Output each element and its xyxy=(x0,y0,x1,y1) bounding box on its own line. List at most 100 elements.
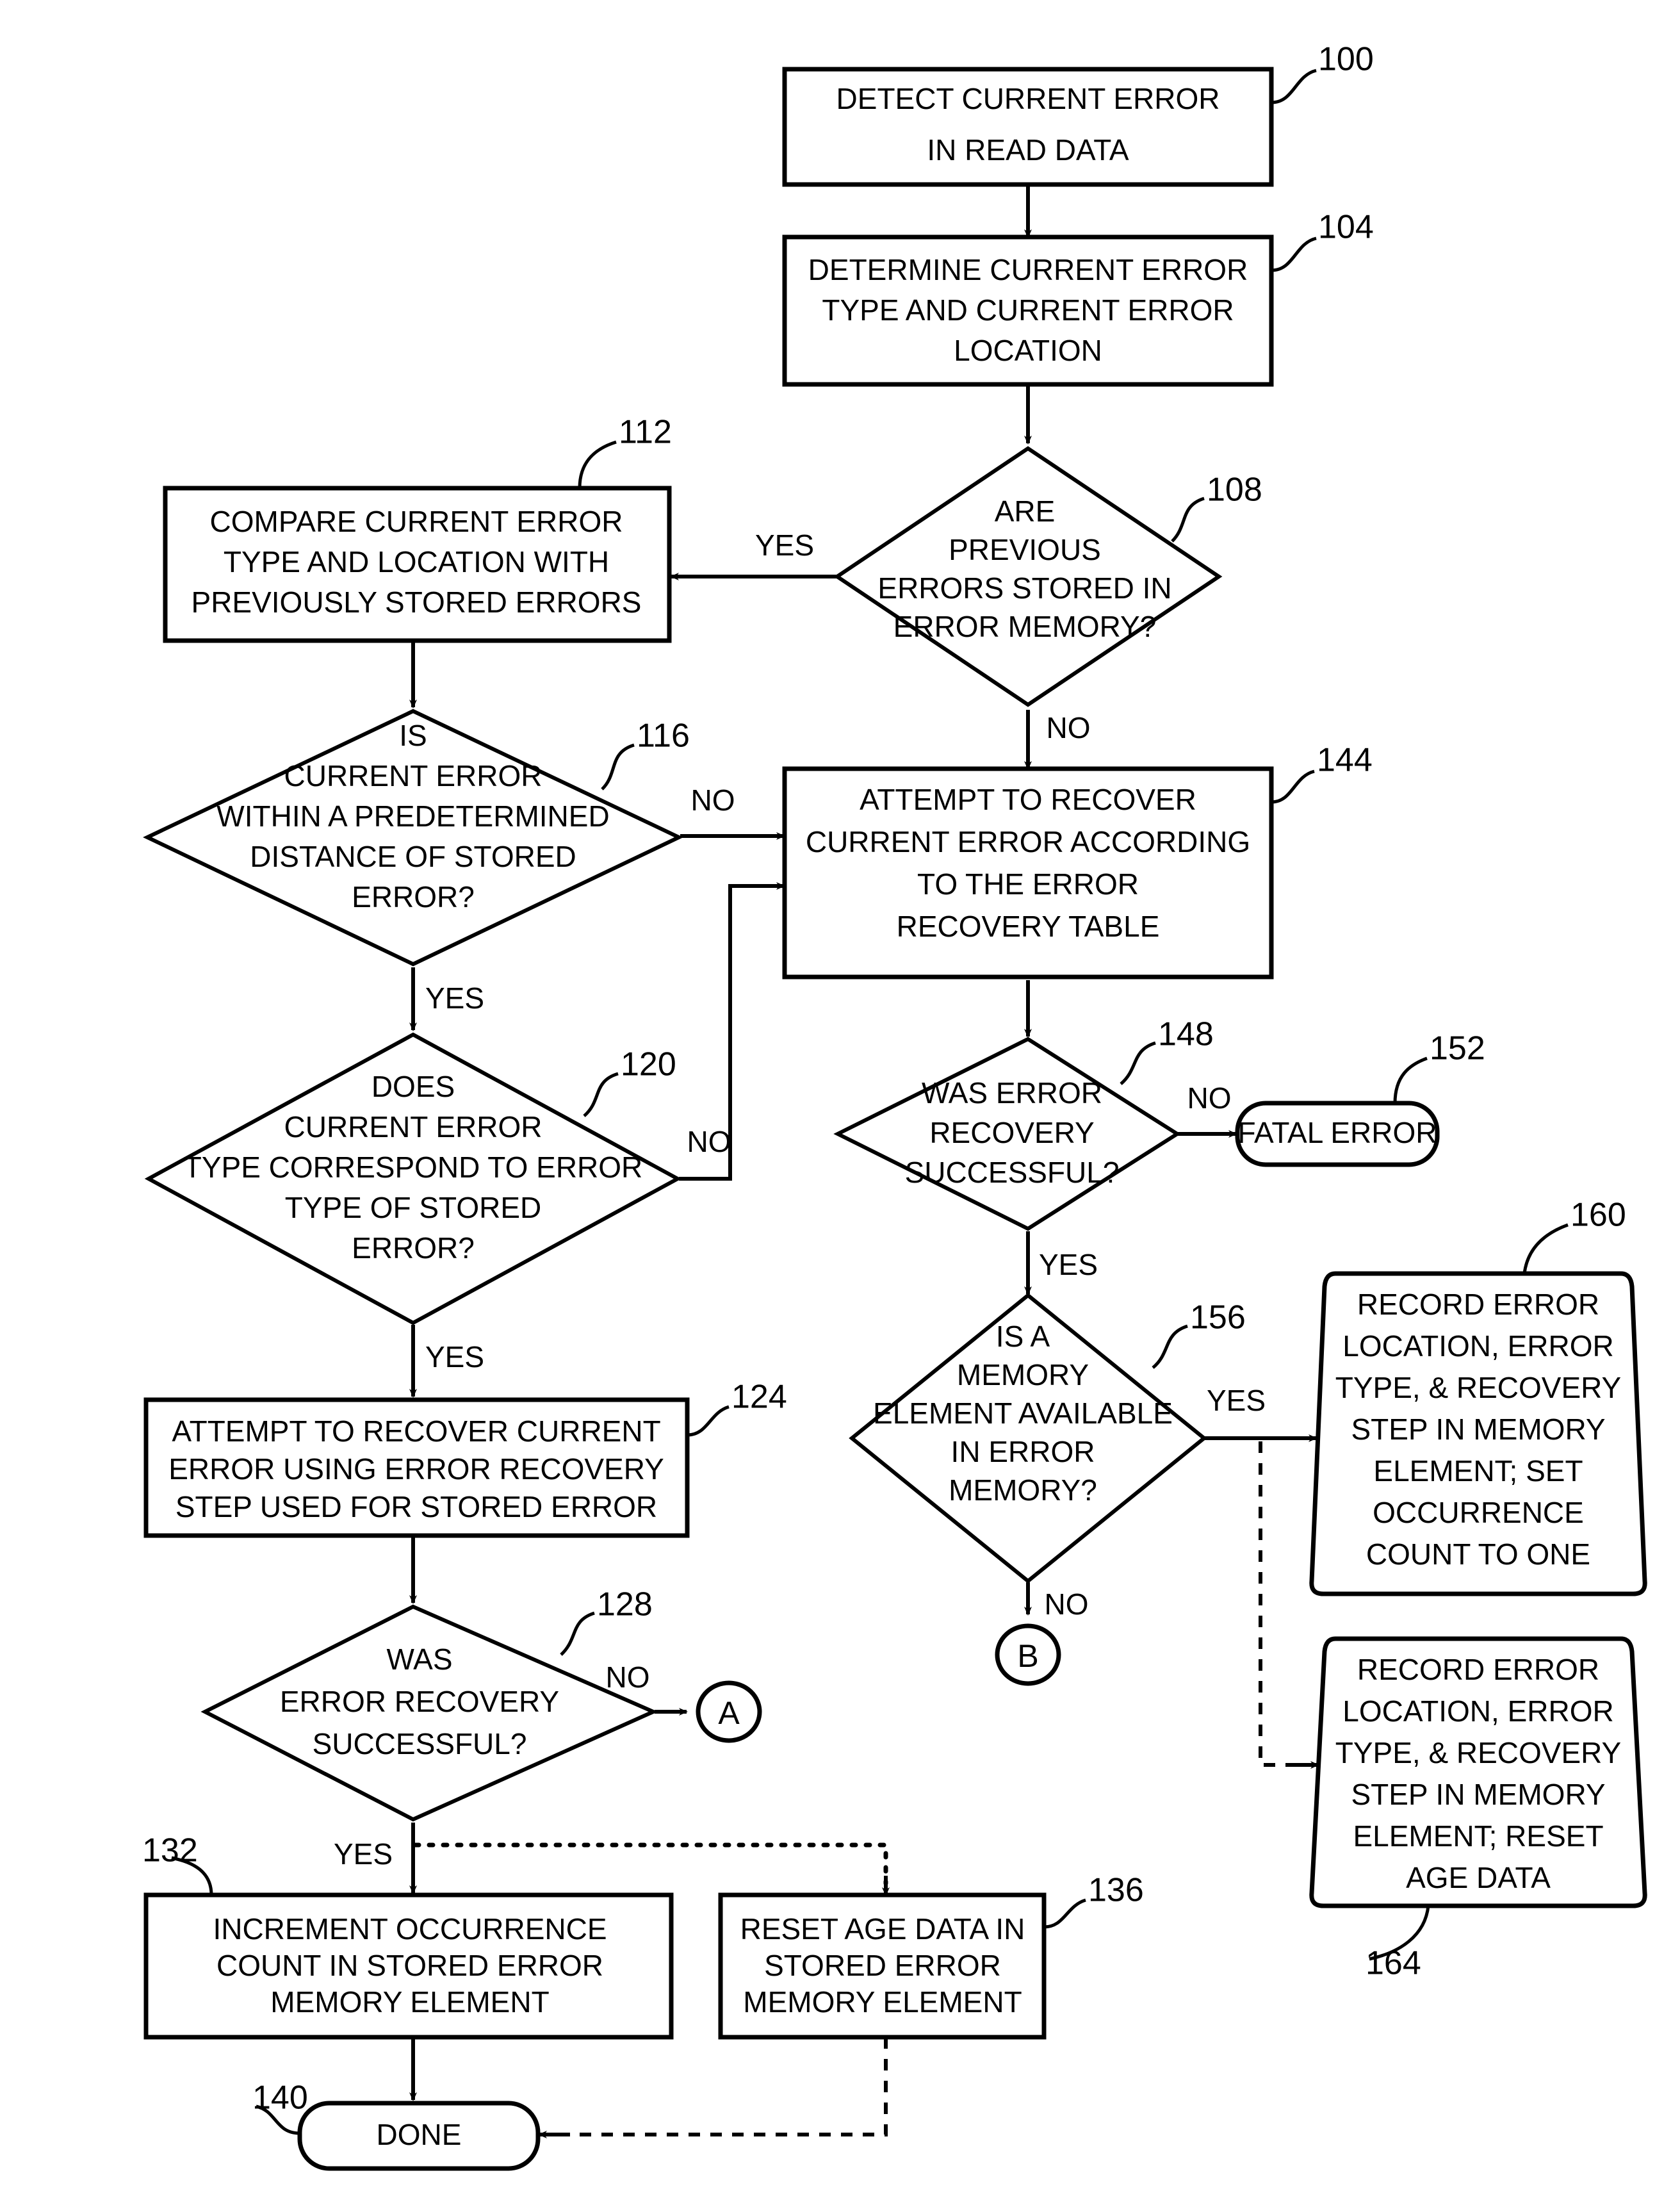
node-108-line-3: ERROR MEMORY? xyxy=(893,610,1157,643)
node-120-line-3: TYPE OF STORED xyxy=(285,1191,541,1224)
ref-148: 148 xyxy=(1158,1016,1214,1053)
node-156-line-2: ELEMENT AVAILABLE xyxy=(873,1397,1173,1430)
ref-160: 160 xyxy=(1570,1197,1626,1234)
leader-116 xyxy=(601,743,635,791)
node-148-line-1: RECOVERY xyxy=(929,1116,1094,1149)
node-148-line-0: WAS ERROR xyxy=(922,1076,1102,1110)
ref-128: 128 xyxy=(597,1586,653,1623)
ref-156: 156 xyxy=(1190,1299,1246,1336)
node-132-line-0: INCREMENT OCCURRENCE xyxy=(213,1912,607,1946)
leader-100 xyxy=(1271,69,1317,104)
node-144-line-2: TO THE ERROR xyxy=(917,867,1139,901)
node-156-line-0: IS A xyxy=(996,1320,1050,1353)
ref-124: 124 xyxy=(731,1379,787,1416)
node-132-line-2: MEMORY ELEMENT xyxy=(270,1985,549,2019)
edge-128-yes-to-136-dotted xyxy=(412,1842,888,1886)
node-156-line-4: MEMORY? xyxy=(949,1473,1097,1507)
ref-104: 104 xyxy=(1318,209,1374,246)
ref-144: 144 xyxy=(1317,742,1373,779)
node-108-line-2: ERRORS STORED IN xyxy=(877,571,1171,605)
node-164-line-0: RECORD ERROR xyxy=(1357,1653,1599,1686)
edge-156-yes-to-164-dashed xyxy=(1259,1441,1300,1767)
node-160-line-0: RECORD ERROR xyxy=(1357,1288,1599,1321)
edge-label-156-yes: YES xyxy=(1207,1384,1266,1417)
node-104-line-1: TYPE AND CURRENT ERROR xyxy=(822,293,1234,327)
node-160-line-4: ELEMENT; SET xyxy=(1373,1454,1583,1488)
leader-160 xyxy=(1522,1223,1569,1274)
node-164-line-1: LOCATION, ERROR xyxy=(1342,1694,1613,1728)
ref-132: 132 xyxy=(142,1832,198,1869)
node-164-line-5: AGE DATA xyxy=(1406,1861,1551,1894)
leader-104 xyxy=(1271,236,1317,272)
connector-B-label: B xyxy=(1017,1638,1038,1674)
node-124-line-0: ATTEMPT TO RECOVER CURRENT xyxy=(172,1414,660,1448)
node-124-line-1: ERROR USING ERROR RECOVERY xyxy=(168,1452,664,1486)
node-136-line-2: MEMORY ELEMENT xyxy=(743,1985,1022,2019)
node-112-line-1: TYPE AND LOCATION WITH xyxy=(224,545,609,578)
leader-152 xyxy=(1393,1056,1428,1104)
node-116-line-0: IS xyxy=(399,719,427,752)
node-140-label: DONE xyxy=(377,2118,462,2151)
node-116-line-1: CURRENT ERROR xyxy=(284,759,542,792)
node-152-label: FATAL ERROR xyxy=(1238,1116,1437,1149)
node-160-line-5: OCCURRENCE xyxy=(1373,1496,1584,1529)
node-160-line-3: STEP IN MEMORY xyxy=(1351,1413,1605,1446)
node-144-line-1: CURRENT ERROR ACCORDING xyxy=(806,825,1250,858)
connector-A-label: A xyxy=(718,1695,740,1731)
node-160-line-6: COUNT TO ONE xyxy=(1366,1537,1590,1571)
edge-label-108-yes: YES xyxy=(755,529,814,562)
edge-label-120-no: NO xyxy=(687,1125,731,1158)
ref-136: 136 xyxy=(1088,1872,1144,1909)
node-116-line-4: ERROR? xyxy=(352,880,475,914)
node-100-line-1: IN READ DATA xyxy=(927,133,1129,167)
node-116-line-2: WITHIN A PREDETERMINED xyxy=(216,799,609,833)
ref-120: 120 xyxy=(621,1046,676,1083)
node-144-line-3: RECOVERY TABLE xyxy=(897,910,1160,943)
leader-156 xyxy=(1152,1324,1188,1369)
leader-108 xyxy=(1171,496,1205,543)
leader-120 xyxy=(583,1072,619,1117)
node-120-line-0: DOES xyxy=(371,1070,455,1103)
leader-136 xyxy=(1043,1898,1086,1929)
flowchart-svg: 100 DETECT CURRENT ERROR IN READ DATA 10… xyxy=(142,41,1647,2171)
node-156-line-3: IN ERROR xyxy=(951,1435,1095,1468)
node-164-line-4: ELEMENT; RESET xyxy=(1353,1819,1603,1853)
node-160-line-2: TYPE, & RECOVERY xyxy=(1335,1371,1622,1404)
node-116-line-3: DISTANCE OF STORED xyxy=(250,840,576,873)
ref-140: 140 xyxy=(252,2079,308,2117)
leader-124 xyxy=(687,1405,730,1437)
node-108-line-1: PREVIOUS xyxy=(949,533,1101,566)
leader-144 xyxy=(1271,769,1315,804)
node-156-line-1: MEMORY xyxy=(957,1358,1089,1391)
node-128-line-2: SUCCESSFUL? xyxy=(313,1727,527,1760)
edge-label-108-no: NO xyxy=(1047,711,1091,744)
ref-164: 164 xyxy=(1366,1945,1421,1982)
node-108-line-0: ARE xyxy=(995,495,1056,528)
node-104-line-0: DETERMINE CURRENT ERROR xyxy=(808,253,1248,286)
node-120-line-1: CURRENT ERROR xyxy=(284,1110,542,1144)
leader-148 xyxy=(1120,1041,1156,1085)
node-144-line-0: ATTEMPT TO RECOVER xyxy=(860,783,1196,816)
node-112-line-0: COMPARE CURRENT ERROR xyxy=(210,505,623,538)
ref-112: 112 xyxy=(619,414,672,451)
leader-128 xyxy=(560,1611,595,1656)
node-160-line-1: LOCATION, ERROR xyxy=(1342,1329,1613,1363)
edge-label-116-no: NO xyxy=(691,783,735,817)
node-148-line-2: SUCCESSFUL? xyxy=(905,1156,1120,1189)
node-164-line-3: STEP IN MEMORY xyxy=(1351,1778,1605,1811)
ref-108: 108 xyxy=(1207,471,1262,509)
node-120-line-4: ERROR? xyxy=(352,1231,475,1265)
node-104-line-2: LOCATION xyxy=(954,334,1102,367)
node-128-line-1: ERROR RECOVERY xyxy=(280,1685,559,1718)
leader-112 xyxy=(578,440,617,489)
node-164-line-2: TYPE, & RECOVERY xyxy=(1335,1736,1622,1769)
flowchart-canvas: 100 DETECT CURRENT ERROR IN READ DATA 10… xyxy=(0,0,1680,2189)
edge-label-148-yes: YES xyxy=(1039,1248,1098,1281)
ref-100: 100 xyxy=(1318,41,1374,78)
edge-label-128-yes: YES xyxy=(334,1837,393,1871)
node-112-line-2: PREVIOUSLY STORED ERRORS xyxy=(192,586,642,619)
ref-152: 152 xyxy=(1430,1030,1485,1067)
edge-label-116-yes: YES xyxy=(425,981,484,1015)
node-136-line-0: RESET AGE DATA IN xyxy=(740,1912,1025,1946)
edge-label-148-no: NO xyxy=(1187,1081,1232,1115)
